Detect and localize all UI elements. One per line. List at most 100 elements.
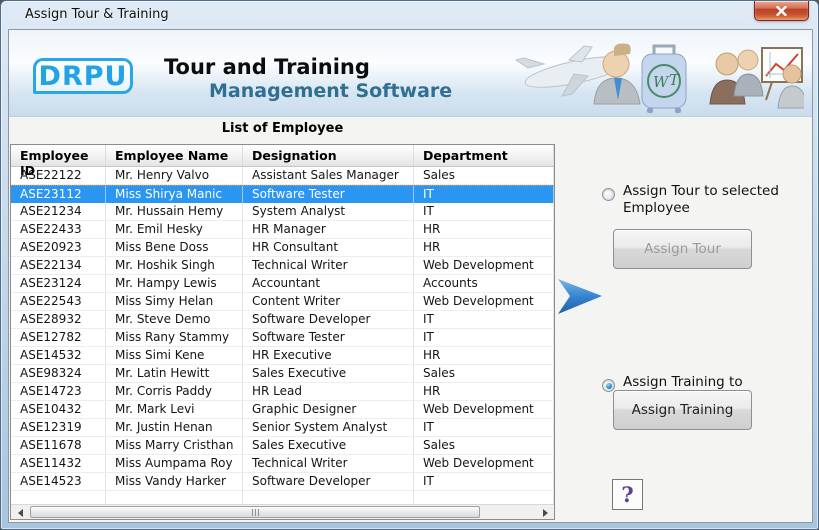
table-row[interactable]: ASE21234Mr. Hussain HemySystem AnalystIT [11,203,554,221]
scroll-left-arrow-icon[interactable] [12,505,28,520]
cell-designation: HR Manager [243,221,414,238]
cell-id: ASE11432 [11,455,106,472]
cell-department: IT [414,419,554,436]
horizontal-scrollbar[interactable] [11,504,554,519]
cell-id: ASE11678 [11,437,106,454]
table-row[interactable]: ASE12319Mr. Justin HenanSenior System An… [11,419,554,437]
cell-name: Mr. Corris Paddy [106,383,243,400]
content-panel: DRPU Tour and Training Management Softwa… [8,29,813,523]
cell-department: Accounts [414,275,554,292]
column-header-employee-id[interactable]: Employee ID [11,145,106,166]
table-row[interactable]: ASE14723Mr. Corris PaddyHR LeadHR [11,383,554,401]
presentation-board-icon [762,48,804,108]
column-header-employee-name[interactable]: Employee Name [106,145,243,166]
cell-department: HR [414,383,554,400]
table-row[interactable]: ASE14532Miss Simi KeneHR ExecutiveHR [11,347,554,365]
table-row[interactable]: ASE22433Mr. Emil HeskyHR ManagerHR [11,221,554,239]
cell-department: IT [414,203,554,220]
table-row[interactable]: ASE23112Miss Shirya ManicSoftware Tester… [11,185,554,203]
cell-department: HR [414,221,554,238]
cell-department: Web Development [414,455,554,472]
cell-id: ASE14523 [11,473,106,490]
cell-department: Sales [414,437,554,454]
cell-name: Miss Rany Stammy [106,329,243,346]
cell-designation: Software Tester [243,186,414,203]
scrollbar-thumb[interactable] [30,506,480,518]
table-row[interactable]: ASE12782Miss Rany StammySoftware TesterI… [11,329,554,347]
cell-department: IT [414,311,554,328]
cell-id: ASE14723 [11,383,106,400]
cell-name: Mr. Steve Demo [106,311,243,328]
cell-department: HR [414,239,554,256]
scroll-right-arrow-icon[interactable] [537,505,553,520]
cell-id: ASE23112 [11,186,106,203]
cell-designation: Software Developer [243,311,414,328]
table-row[interactable]: ASE22543Miss Simy HelanContent WriterWeb… [11,293,554,311]
assign-tour-radio-label[interactable]: Assign Tour to selected Employee [623,183,799,217]
cell-name: Miss Shirya Manic [106,186,243,203]
cell-id: ASE22433 [11,221,106,238]
cell-department: HR [414,347,554,364]
cell-designation: Sales Executive [243,437,414,454]
column-header-department[interactable]: Department [414,145,554,166]
table-row[interactable]: ASE10432Mr. Mark LeviGraphic DesignerWeb… [11,401,554,419]
cell-name: Miss Marry Cristhan [106,437,243,454]
assign-tour-button[interactable]: Assign Tour [613,229,752,269]
titlebar: Assign Tour & Training [1,1,818,29]
assign-tour-radio[interactable] [602,188,615,201]
table-row[interactable]: ASE20923Miss Bene DossHR ConsultantHR [11,239,554,257]
header-band: DRPU Tour and Training Management Softwa… [9,30,812,117]
cell-designation: Assistant Sales Manager [243,167,414,184]
app-title: Tour and Training [164,55,370,79]
table-row[interactable]: ASE22122Mr. Henry ValvoAssistant Sales M… [11,167,554,185]
cell-designation: HR Lead [243,383,414,400]
cell-designation: HR Consultant [243,239,414,256]
table-row[interactable]: ASE23124Mr. Hampy LewisAccountantAccount… [11,275,554,293]
cell-designation: Graphic Designer [243,401,414,418]
cell-name: Mr. Justin Henan [106,419,243,436]
app-window: Assign Tour & Training DRPU Tour and Tra… [0,0,819,530]
cell-department: IT [414,473,554,490]
table-row[interactable]: ASE11432Miss Aumpama RoyTechnical Writer… [11,455,554,473]
table-empty-area [11,491,554,504]
cell-designation: Sales Executive [243,365,414,382]
cell-id: ASE14532 [11,347,106,364]
employee-table: Employee ID Employee Name Designation De… [10,144,555,520]
close-button[interactable] [754,1,809,21]
cell-department: Web Development [414,401,554,418]
cell-name: Miss Aumpama Roy [106,455,243,472]
table-row[interactable]: ASE28932Mr. Steve DemoSoftware Developer… [11,311,554,329]
table-header-row: Employee ID Employee Name Designation De… [11,145,554,167]
cell-department: IT [414,329,554,346]
list-of-employee-label: List of Employee [10,121,555,136]
cell-designation: Content Writer [243,293,414,310]
cell-id: ASE22122 [11,167,106,184]
cell-id: ASE10432 [11,401,106,418]
cell-name: Mr. Hampy Lewis [106,275,243,292]
cell-name: Miss Vandy Harker [106,473,243,490]
cell-name: Miss Bene Doss [106,239,243,256]
column-header-designation[interactable]: Designation [243,145,414,166]
cell-designation: Software Tester [243,329,414,346]
table-row[interactable]: ASE11678Miss Marry CristhanSales Executi… [11,437,554,455]
table-row[interactable]: ASE98324Mr. Latin HewittSales ExecutiveS… [11,365,554,383]
cell-name: Mr. Hussain Hemy [106,203,243,220]
header-illustration: W T [514,34,804,116]
cell-department: Web Development [414,293,554,310]
table-row[interactable]: ASE14523Miss Vandy HarkerSoftware Develo… [11,473,554,491]
drpu-logo: DRPU [33,58,133,94]
cell-department: Web Development [414,257,554,274]
assign-training-radio[interactable] [602,379,615,392]
cell-name: Mr. Hoshik Singh [106,257,243,274]
help-button[interactable]: ? [612,479,643,510]
cell-id: ASE22543 [11,293,106,310]
cell-designation: Software Developer [243,473,414,490]
cell-id: ASE12319 [11,419,106,436]
cell-name: Mr. Latin Hewitt [106,365,243,382]
cell-designation: Technical Writer [243,455,414,472]
cell-department: Sales [414,365,554,382]
cell-designation: Senior System Analyst [243,419,414,436]
table-body: ASE22122Mr. Henry ValvoAssistant Sales M… [11,167,554,491]
table-row[interactable]: ASE22134Mr. Hoshik SinghTechnical Writer… [11,257,554,275]
assign-training-button[interactable]: Assign Training [613,390,752,430]
